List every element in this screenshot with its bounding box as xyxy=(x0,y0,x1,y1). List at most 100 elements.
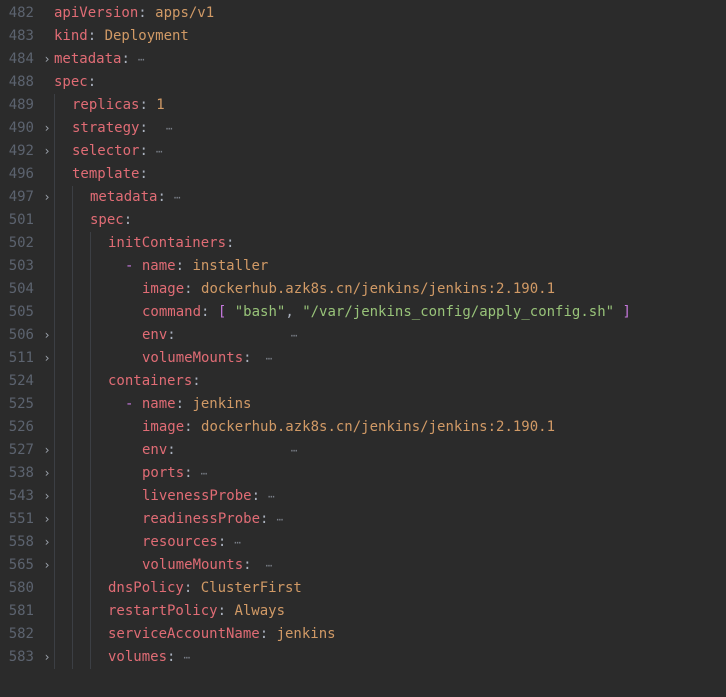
code-content[interactable]: serviceAccountName: jenkins xyxy=(108,623,726,646)
fold-chevron-icon[interactable]: › xyxy=(40,48,54,71)
code-content[interactable]: volumes:⋯ xyxy=(108,646,726,669)
folded-ellipsis-icon[interactable]: ⋯ xyxy=(266,554,273,577)
code-editor[interactable]: 482›apiVersion: apps/v1483›kind: Deploym… xyxy=(0,0,726,669)
code-line[interactable]: 526›image: dockerhub.azk8s.cn/jenkins/je… xyxy=(0,416,726,439)
code-content[interactable]: env:⋯ xyxy=(108,439,726,462)
token-key: strategy xyxy=(72,117,139,140)
fold-chevron-icon[interactable]: › xyxy=(40,186,54,209)
code-line[interactable]: 490›strategy:⋯ xyxy=(0,117,726,140)
code-line[interactable]: 582›serviceAccountName: jenkins xyxy=(0,623,726,646)
folded-ellipsis-icon[interactable]: ⋯ xyxy=(234,531,241,554)
fold-chevron-icon[interactable]: › xyxy=(40,140,54,163)
code-line[interactable]: 524›containers: xyxy=(0,370,726,393)
code-content[interactable]: kind: Deployment xyxy=(54,25,726,48)
code-line[interactable]: 583›volumes:⋯ xyxy=(0,646,726,669)
code-line[interactable]: 551› readinessProbe:⋯ xyxy=(0,508,726,531)
code-line[interactable]: 581›restartPolicy: Always xyxy=(0,600,726,623)
code-line[interactable]: 558›resources:⋯ xyxy=(0,531,726,554)
token-dash: - xyxy=(125,393,142,416)
token-col: : xyxy=(201,301,218,324)
code-line[interactable]: 527›env:⋯ xyxy=(0,439,726,462)
code-line[interactable]: 492›selector:⋯ xyxy=(0,140,726,163)
code-line[interactable]: 525›- name: jenkins xyxy=(0,393,726,416)
code-content[interactable]: image: dockerhub.azk8s.cn/jenkins/jenkin… xyxy=(108,416,726,439)
code-content[interactable]: env:⋯ xyxy=(108,324,726,347)
fold-chevron-icon[interactable]: › xyxy=(40,646,54,669)
folded-ellipsis-icon[interactable]: ⋯ xyxy=(291,324,298,347)
code-line[interactable]: 483›kind: Deployment xyxy=(0,25,726,48)
code-line[interactable]: 506›env:⋯ xyxy=(0,324,726,347)
code-content[interactable]: dnsPolicy: ClusterFirst xyxy=(108,577,726,600)
indent-guides xyxy=(54,347,108,370)
token-col: : xyxy=(176,255,193,278)
token-col: : xyxy=(243,554,251,577)
folded-ellipsis-icon[interactable]: ⋯ xyxy=(174,186,181,209)
fold-chevron-icon[interactable]: › xyxy=(40,117,54,140)
token-col: : xyxy=(139,163,147,186)
code-line[interactable]: 543›livenessProbe:⋯ xyxy=(0,485,726,508)
fold-chevron-icon[interactable]: › xyxy=(40,554,54,577)
code-content[interactable]: selector:⋯ xyxy=(72,140,726,163)
token-key: template xyxy=(72,163,139,186)
folded-ellipsis-icon[interactable]: ⋯ xyxy=(156,140,163,163)
code-line[interactable]: 501›spec: xyxy=(0,209,726,232)
folded-ellipsis-icon[interactable]: ⋯ xyxy=(166,117,173,140)
folded-ellipsis-icon[interactable]: ⋯ xyxy=(291,439,298,462)
code-line[interactable]: 502›initContainers: xyxy=(0,232,726,255)
token-col: : xyxy=(139,94,156,117)
fold-chevron-icon[interactable]: › xyxy=(40,324,54,347)
line-number: 538 xyxy=(0,462,40,485)
code-line[interactable]: 503›- name: installer xyxy=(0,255,726,278)
code-line[interactable]: 496›template: xyxy=(0,163,726,186)
code-line[interactable]: 497›metadata:⋯ xyxy=(0,186,726,209)
code-line[interactable]: 489›replicas: 1 xyxy=(0,94,726,117)
line-number: 551 xyxy=(0,508,40,531)
token-plain xyxy=(614,301,622,324)
folded-ellipsis-icon[interactable]: ⋯ xyxy=(138,48,145,71)
code-content[interactable]: metadata:⋯ xyxy=(54,48,726,71)
token-col: : xyxy=(167,439,175,462)
code-content[interactable]: volumeMounts:⋯ xyxy=(108,554,726,577)
code-content[interactable]: ports:⋯ xyxy=(108,462,726,485)
fold-chevron-icon[interactable]: › xyxy=(40,531,54,554)
code-line[interactable]: 580›dnsPolicy: ClusterFirst xyxy=(0,577,726,600)
folded-ellipsis-icon[interactable]: ⋯ xyxy=(268,485,275,508)
fold-chevron-icon[interactable]: › xyxy=(40,439,54,462)
code-content[interactable]: - name: jenkins xyxy=(108,393,726,416)
token-val: dockerhub.azk8s.cn/jenkins/jenkins:2.190… xyxy=(201,416,555,439)
code-line[interactable]: 565›volumeMounts:⋯ xyxy=(0,554,726,577)
code-line[interactable]: 504›image: dockerhub.azk8s.cn/jenkins/je… xyxy=(0,278,726,301)
line-number: 582 xyxy=(0,623,40,646)
fold-chevron-icon[interactable]: › xyxy=(40,508,54,531)
code-line[interactable]: 482›apiVersion: apps/v1 xyxy=(0,2,726,25)
code-line[interactable]: 488›spec: xyxy=(0,71,726,94)
folded-ellipsis-icon[interactable]: ⋯ xyxy=(183,646,190,669)
code-line[interactable]: 484›metadata:⋯ xyxy=(0,48,726,71)
code-content[interactable]: strategy:⋯ xyxy=(72,117,726,140)
code-line[interactable]: 538› ports:⋯ xyxy=(0,462,726,485)
code-content[interactable]: restartPolicy: Always xyxy=(108,600,726,623)
code-content[interactable]: readinessProbe:⋯ xyxy=(108,508,726,531)
code-content[interactable]: - name: installer xyxy=(108,255,726,278)
fold-chevron-icon[interactable]: › xyxy=(40,347,54,370)
code-content[interactable]: spec: xyxy=(54,71,726,94)
code-content[interactable]: template: xyxy=(72,163,726,186)
code-content[interactable]: image: dockerhub.azk8s.cn/jenkins/jenkin… xyxy=(108,278,726,301)
code-content[interactable]: spec: xyxy=(90,209,726,232)
code-content[interactable]: initContainers: xyxy=(108,232,726,255)
code-content[interactable]: livenessProbe:⋯ xyxy=(108,485,726,508)
folded-ellipsis-icon[interactable]: ⋯ xyxy=(201,462,208,485)
folded-ellipsis-icon[interactable]: ⋯ xyxy=(266,347,273,370)
code-line[interactable]: 505›command: [ "bash", "/var/jenkins_con… xyxy=(0,301,726,324)
folded-ellipsis-icon[interactable]: ⋯ xyxy=(276,508,283,531)
code-line[interactable]: 511›volumeMounts:⋯ xyxy=(0,347,726,370)
code-content[interactable]: command: [ "bash", "/var/jenkins_config/… xyxy=(108,301,726,324)
code-content[interactable]: resources:⋯ xyxy=(108,531,726,554)
code-content[interactable]: replicas: 1 xyxy=(72,94,726,117)
fold-chevron-icon[interactable]: › xyxy=(40,462,54,485)
code-content[interactable]: apiVersion: apps/v1 xyxy=(54,2,726,25)
code-content[interactable]: metadata:⋯ xyxy=(90,186,726,209)
fold-chevron-icon[interactable]: › xyxy=(40,485,54,508)
code-content[interactable]: containers: xyxy=(108,370,726,393)
code-content[interactable]: volumeMounts:⋯ xyxy=(108,347,726,370)
